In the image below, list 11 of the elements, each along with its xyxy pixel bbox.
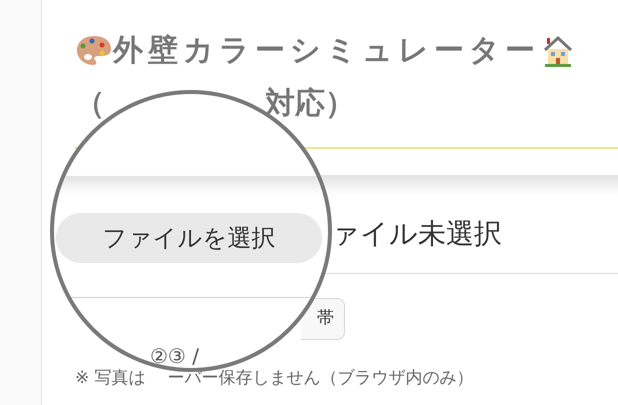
palette-icon (75, 34, 113, 68)
house-icon (542, 34, 574, 68)
title-text: 対応） (265, 89, 355, 119)
note-text: ※ 写真は (75, 370, 146, 387)
choose-file-button[interactable]: ファイルを選択 (56, 213, 322, 263)
file-status-text: ァイル未選択 (331, 220, 502, 248)
page-title: 外壁カラーシミュレーター (113, 36, 540, 66)
steps-text: ②③ / (150, 346, 199, 366)
note-text: ーバー保存しません（ブラウザ内のみ） (168, 370, 474, 387)
time-chip[interactable]: 帯 (301, 298, 345, 340)
title-text: （ (75, 89, 105, 119)
